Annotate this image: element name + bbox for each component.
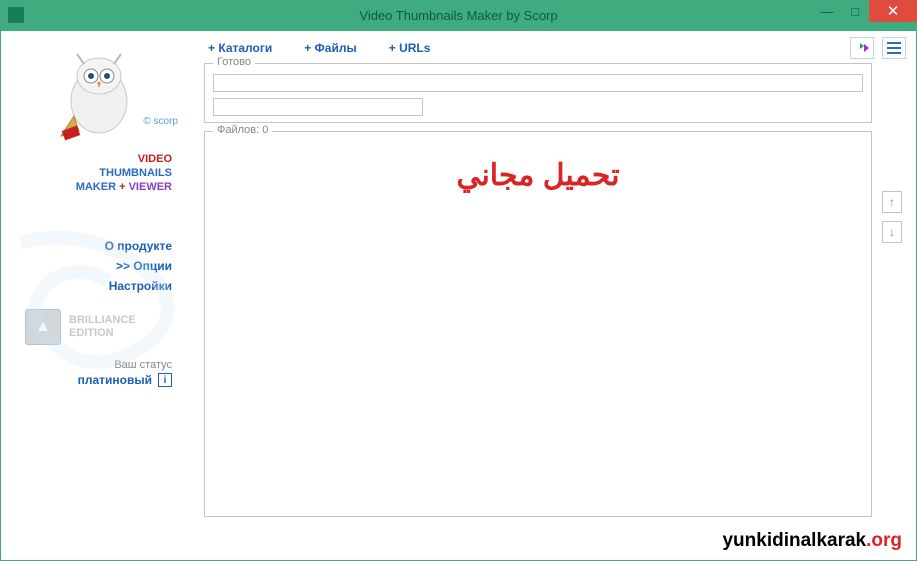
titlebar: Video Thumbnails Maker by Scorp — □ ✕ — [0, 0, 917, 30]
move-down-button[interactable]: ↓ — [882, 221, 902, 243]
window-content: © scorp VIDEO THUMBNAILS MAKER + VIEWER … — [0, 30, 917, 561]
add-toolbar: + Каталоги + Файлы + URLs — [204, 39, 872, 57]
ready-fieldset: Готово — [204, 63, 872, 123]
status-section: Ваш статус платиновый i — [7, 359, 190, 387]
files-fieldset: Файлов: 0 تحميل مجاني — [204, 131, 872, 517]
toolbar-right — [850, 37, 906, 59]
app-title: VIDEO THUMBNAILS MAKER + VIEWER — [7, 152, 190, 194]
progress-bar-2 — [213, 98, 423, 116]
menu-settings[interactable]: Настройки — [7, 279, 172, 293]
menu-about[interactable]: О продукте — [7, 239, 172, 253]
edition-line1: BRILLIANCE — [69, 314, 136, 326]
close-button[interactable]: ✕ — [869, 0, 917, 22]
title-plus: + — [116, 181, 129, 193]
add-files-link[interactable]: + Файлы — [300, 39, 361, 57]
watermark-domain: yunkidinalkarak — [722, 530, 866, 551]
add-catalogs-link[interactable]: + Каталоги — [204, 39, 276, 57]
title-video: VIDEO — [138, 153, 172, 165]
minimize-button[interactable]: — — [813, 0, 841, 22]
edition-icon: ▲ — [25, 309, 61, 345]
maximize-button[interactable]: □ — [841, 0, 869, 22]
move-up-button[interactable]: ↑ — [882, 191, 902, 213]
list-button[interactable] — [882, 37, 906, 59]
progress-bar-1 — [213, 74, 863, 92]
owl-logo — [49, 46, 149, 146]
edition-line2: EDITION — [69, 327, 114, 339]
main-panel: + Каталоги + Файлы + URLs Готово Файлов:… — [196, 31, 916, 560]
ready-legend: Готово — [213, 56, 255, 68]
edition-text: BRILLIANCE EDITION — [69, 314, 136, 340]
overlay-text: تحميل مجاني — [456, 158, 619, 193]
watermark: yunkidinalkarak.org — [722, 530, 902, 552]
edition-box: ▲ BRILLIANCE EDITION — [7, 309, 190, 345]
window-controls: — □ ✕ — [813, 0, 917, 22]
title-viewer: VIEWER — [129, 181, 172, 193]
copyright-text: © scorp — [143, 116, 178, 127]
files-legend: Файлов: 0 — [213, 124, 272, 136]
info-icon[interactable]: i — [158, 373, 172, 387]
sidebar-menu: О продукте >> Опции Настройки — [7, 239, 190, 293]
status-label: Ваш статус — [7, 359, 172, 371]
title-thumbnails: THUMBNAILS — [99, 167, 172, 179]
reorder-arrows: ↑ ↓ — [882, 191, 902, 243]
watermark-tld: .org — [866, 530, 902, 551]
status-value: платиновый — [78, 373, 152, 387]
menu-options[interactable]: >> Опции — [7, 259, 172, 273]
window-title: Video Thumbnails Maker by Scorp — [359, 8, 557, 23]
sidebar: © scorp VIDEO THUMBNAILS MAKER + VIEWER … — [1, 31, 196, 560]
title-maker: MAKER — [76, 181, 116, 193]
run-button[interactable] — [850, 37, 874, 59]
app-icon — [8, 7, 24, 23]
add-urls-link[interactable]: + URLs — [385, 39, 435, 57]
